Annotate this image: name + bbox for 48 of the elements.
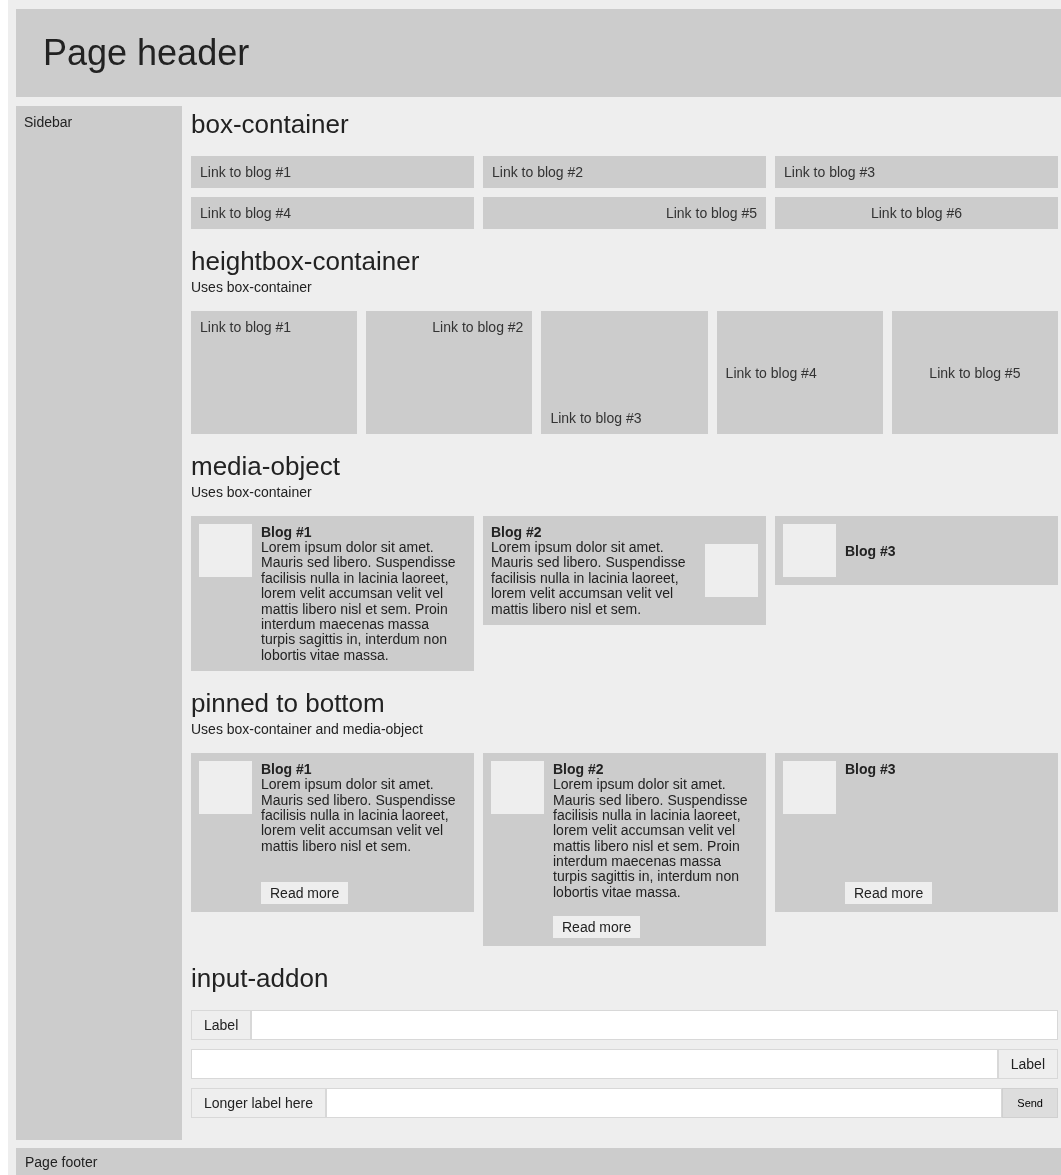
- input-label: Longer label here: [191, 1088, 326, 1119]
- send-button[interactable]: Send: [1002, 1088, 1058, 1119]
- section-heading: pinned to bottom: [191, 687, 386, 721]
- blog-link[interactable]: Link to blog #1: [191, 156, 474, 188]
- thumbnail: [199, 524, 252, 577]
- blog-link[interactable]: Link to blog #3: [541, 311, 708, 434]
- card-title: Blog #1: [261, 761, 313, 778]
- blog-link[interactable]: Link to blog #5: [483, 197, 766, 229]
- blog-link[interactable]: Link to blog #5: [891, 311, 1058, 434]
- card-title: Blog #2: [491, 524, 543, 540]
- read-more-button[interactable]: Read more: [553, 916, 641, 939]
- card-text: Lorem ipsum dolor sit amet. Mauris sed libero. Suspendisse facilisis nulla in lacinia laoreet, lorem velit accumsan velit vel mattis libero nisl et sem.: [261, 777, 457, 855]
- thumbnail: [783, 524, 836, 577]
- blog-link[interactable]: Link to blog #6: [775, 197, 1058, 229]
- thumbnail: [491, 761, 544, 815]
- input-field[interactable]: [326, 1088, 1003, 1119]
- blog-link[interactable]: Link to blog #2: [483, 156, 766, 188]
- card-title: Blog #2: [553, 761, 605, 778]
- card-title: Blog #3: [845, 761, 897, 778]
- section-heading: media-object: [191, 450, 341, 483]
- section-subtitle: Uses box-container: [191, 484, 313, 500]
- blog-link[interactable]: Link to blog #2: [366, 311, 533, 434]
- thumbnail: [199, 761, 252, 815]
- section-heading: box-container: [191, 108, 350, 141]
- input-field[interactable]: [251, 1010, 1058, 1041]
- footer-label: Page footer: [25, 1154, 98, 1170]
- card-text: Lorem ipsum dolor sit amet. Mauris sed libero. Suspendisse facilisis nulla in lacinia laoreet, lorem velit accumsan velit vel mattis libero nisl et sem. Proin interdum maecenas massa turpis sagittis in, interdum non lobortis vitae massa.: [261, 540, 457, 664]
- read-more-button[interactable]: Read more: [845, 882, 933, 905]
- blog-link[interactable]: Link to blog #4: [191, 197, 474, 229]
- card-text: Lorem ipsum dolor sit amet. Mauris sed libero. Suspendisse facilisis nulla in lacinia laoreet, lorem velit accumsan velit vel mattis libero nisl et sem.: [491, 540, 687, 617]
- input-label: Label: [191, 1010, 252, 1041]
- blog-link[interactable]: Link to blog #4: [716, 311, 883, 434]
- section-heading: input-addon: [191, 962, 330, 996]
- sidebar-label: Sidebar: [24, 114, 73, 130]
- blog-link[interactable]: Link to blog #1: [191, 311, 358, 434]
- card-title: Blog #3: [845, 542, 897, 559]
- read-more-button[interactable]: Read more: [261, 882, 349, 905]
- blog-link[interactable]: Link to blog #3: [775, 156, 1058, 188]
- section-subtitle: Uses box-container: [191, 279, 313, 295]
- card-text: Lorem ipsum dolor sit amet. Mauris sed libero. Suspendisse facilisis nulla in lacinia laoreet, lorem velit accumsan velit vel mattis libero nisl et sem. Proin interdum maecenas massa turpis sagittis in, interdum non lobortis vitae massa.: [553, 777, 749, 901]
- thumbnail: [705, 543, 758, 597]
- thumbnail: [783, 761, 836, 815]
- input-label: Label: [997, 1049, 1058, 1080]
- input-field[interactable]: [191, 1049, 998, 1080]
- section-heading: heightbox-container: [191, 245, 421, 278]
- page-title: Page header: [43, 32, 250, 74]
- section-subtitle: Uses box-container and media-object: [191, 721, 424, 738]
- card-title: Blog #1: [261, 524, 313, 540]
